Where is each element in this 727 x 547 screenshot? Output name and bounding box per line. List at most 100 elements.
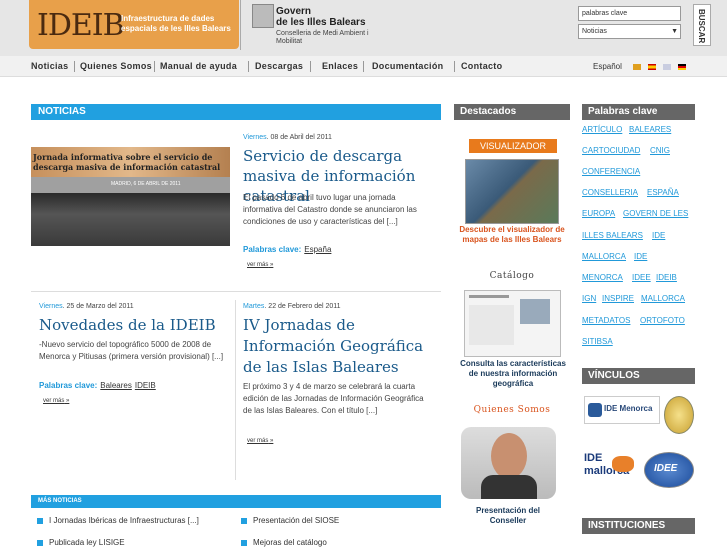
keyword-link[interactable]: ILLES BALEARS (582, 231, 643, 240)
keyword-link[interactable]: ORTOFOTO (640, 316, 685, 325)
more-news-item[interactable]: Presentación del SIOSE (253, 516, 339, 525)
keyword-link[interactable]: BALEARES (629, 125, 671, 134)
more-news-item[interactable]: Publicada ley LISIGE (49, 538, 125, 547)
seal-icon[interactable] (664, 396, 694, 434)
featured-news-image[interactable]: Jornada informativa sobre el servicio de… (31, 133, 230, 246)
chevron-right-icon: » (66, 398, 70, 404)
more-label: ver más (247, 262, 269, 268)
ideib-logo[interactable]: IDEIB Infraestructura de dades espacials… (29, 0, 239, 49)
vinculos-heading: VÍNCULOS (582, 368, 695, 384)
nav-manual-ayuda[interactable]: Manual de ayuda (160, 61, 237, 71)
keyword-link[interactable]: MALLORCA (641, 294, 685, 303)
keyword-link[interactable]: ESPAÑA (647, 188, 679, 197)
keyword-link[interactable]: IDEE (632, 273, 651, 282)
logo-text: IDEIB (37, 8, 125, 43)
more-label: ver más (247, 438, 269, 444)
govern-logo[interactable]: Govern de les Illes Balears Conselleria … (252, 2, 372, 50)
keyword-link[interactable]: CARTOCIUDAD (582, 146, 640, 155)
news-right-title[interactable]: IV Jornadas de Información Geográfica de… (243, 315, 438, 378)
keyword-link[interactable]: CONSELLERIA (582, 188, 638, 197)
bullet-icon (241, 518, 247, 524)
image-block (469, 305, 514, 345)
news-left-more-link[interactable]: ver más » (43, 398, 69, 404)
crest-icon (252, 4, 274, 28)
keyword-link[interactable]: METADATOS (582, 316, 630, 325)
news-left-day: Viernes (39, 303, 63, 310)
presentacion-caption[interactable]: Presentación del Conseller (470, 506, 546, 526)
keyword-link[interactable]: España (304, 245, 331, 254)
keyword-link[interactable]: CONFERENCIA (582, 167, 640, 176)
bullet-icon (241, 540, 247, 546)
nav-divider (454, 61, 455, 72)
image-thumb (520, 299, 550, 324)
news-left-body: -Nuevo servicio del topográfico 5000 de … (39, 340, 224, 361)
nav-quienes-somos[interactable]: Quienes Somos (80, 61, 152, 71)
news-left-title[interactable]: Novedades de la IDEIB (39, 315, 234, 335)
flag-spain-icon[interactable] (648, 64, 656, 70)
flag-uk-icon[interactable] (663, 64, 671, 70)
flag-germany-icon[interactable] (678, 64, 686, 70)
search-button[interactable]: BUSCAR (693, 4, 711, 46)
news-right-date: Martes. 22 de Febrero del 2011 (243, 303, 341, 310)
news-right-more-link[interactable]: ver más » (247, 438, 273, 444)
image-line (469, 295, 509, 298)
conseller-photo[interactable] (461, 427, 556, 499)
noticias-heading: NOTICIAS (31, 104, 441, 120)
ide-menorca-label: IDE Menorca (604, 404, 653, 413)
nav-documentacion[interactable]: Documentación (372, 61, 443, 71)
nav-descargas[interactable]: Descargas (255, 61, 303, 71)
bullet-icon (37, 518, 43, 524)
news-right-date-text: . 22 de Febrero del 2011 (264, 303, 341, 310)
ide-menorca-link[interactable]: IDE Menorca (584, 396, 660, 424)
header-divider (240, 0, 241, 50)
visualizador-map-image[interactable] (465, 159, 559, 224)
govern-line1: Govern (276, 6, 312, 17)
keyword-link[interactable]: Baleares (100, 381, 132, 390)
keyword-link[interactable]: ARTÍCULO (582, 125, 622, 134)
keyword-link[interactable]: GOVERN DE LES (623, 209, 688, 218)
nav-noticias[interactable]: Noticias (31, 61, 68, 71)
keyword-link[interactable]: IDE (634, 252, 647, 261)
keyword-link[interactable]: IDEIB (656, 273, 677, 282)
destacados-heading: Destacados (454, 104, 570, 120)
image-caption-date: MADRID, 6 DE ABRIL DE 2011 (111, 181, 181, 187)
mallorca-island-icon (612, 456, 634, 472)
image-photo (31, 193, 230, 246)
bullet-icon (37, 540, 43, 546)
featured-more-link[interactable]: ver más » (247, 262, 273, 268)
keywords-label: Palabras clave: (243, 245, 302, 254)
more-news-item[interactable]: I Jornadas Ibéricas de Infraestructuras … (49, 516, 199, 525)
keyword-link[interactable]: IDEIB (135, 381, 156, 390)
search-input[interactable]: palabras clave (578, 6, 681, 21)
language-label[interactable]: Español (593, 62, 622, 71)
keyword-link[interactable]: CNIG (650, 146, 670, 155)
nav-contacto[interactable]: Contacto (461, 61, 502, 71)
nav-enlaces[interactable]: Enlaces (322, 61, 358, 71)
keyword-link[interactable]: IGN (582, 294, 596, 303)
visualizador-caption[interactable]: Descubre el visualizador de mapas de las… (458, 225, 566, 245)
ide-mallorca-link[interactable]: IDE mallorca (584, 450, 636, 488)
catalogo-image[interactable] (464, 290, 561, 357)
keyword-link[interactable]: INSPIRE (602, 294, 634, 303)
more-news-item[interactable]: Mejoras del catálogo (253, 538, 327, 547)
visualizador-label[interactable]: VISUALIZADOR (469, 139, 557, 153)
chevron-right-icon: » (270, 262, 274, 268)
news-left-date: Viernes. 25 de Marzo del 2011 (39, 303, 134, 310)
chevron-down-icon: ▼ (671, 28, 678, 35)
keyword-link[interactable]: SITIBSA (582, 337, 613, 346)
ide-menorca-icon (588, 403, 602, 417)
news-left-keywords: Palabras clave: Baleares IDEIB (39, 381, 156, 390)
search-category-select[interactable]: Noticias ▼ (578, 24, 681, 39)
keyword-link[interactable]: IDE (652, 231, 665, 240)
divider (31, 291, 441, 292)
keyword-link[interactable]: EUROPA (582, 209, 615, 218)
idee-link[interactable]: IDEE (644, 452, 694, 488)
keyword-link[interactable]: MENORCA (582, 273, 623, 282)
nav-divider (248, 61, 249, 72)
catalogo-caption[interactable]: Consulta las características de nuestra … (458, 359, 568, 389)
news-left-date-text: . 25 de Marzo del 2011 (62, 303, 134, 310)
flag-catalan-icon[interactable] (633, 64, 641, 70)
catalogo-label: Catálogo (489, 271, 535, 281)
keyword-link[interactable]: MALLORCA (582, 252, 626, 261)
featured-date: Viernes. 08 de Abril del 2011 (243, 134, 332, 141)
